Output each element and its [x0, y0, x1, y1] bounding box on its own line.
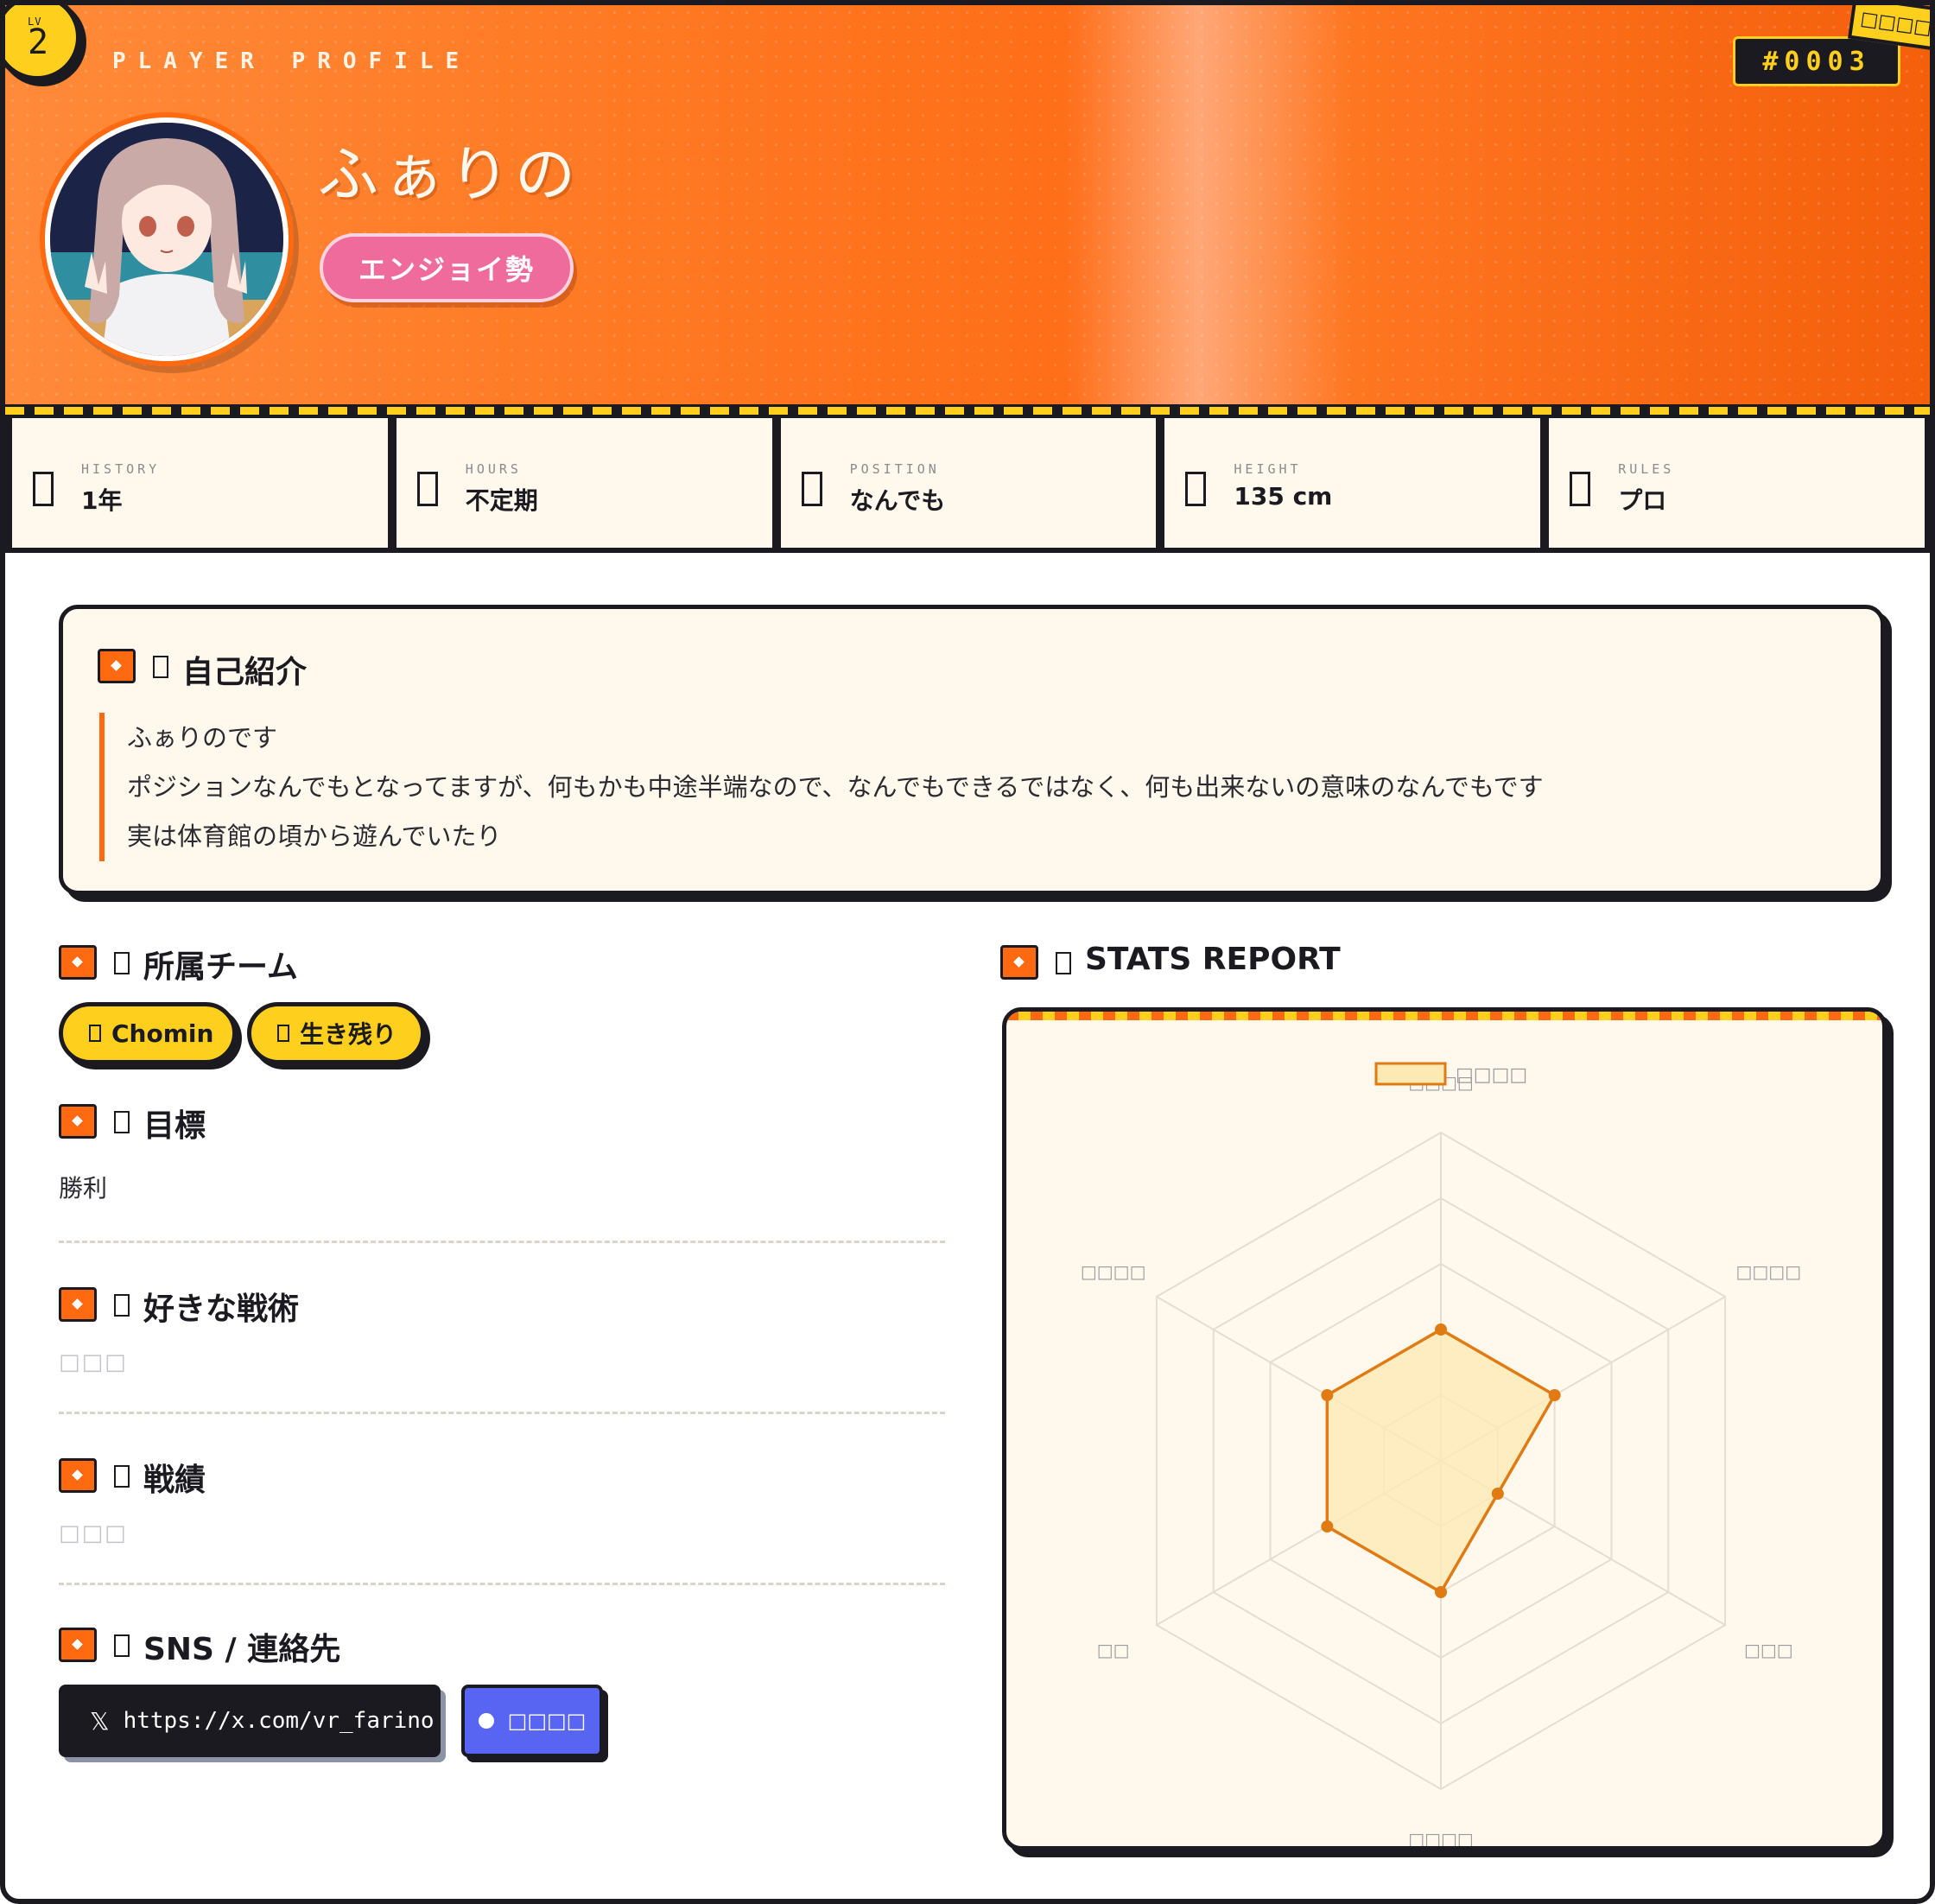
sns-icon — [114, 1634, 130, 1657]
goal-icon — [114, 1111, 130, 1133]
intro-line: ポジションなんでもとなってますが、何もかも中途半端なので、なんでもできるではなく… — [127, 772, 1544, 802]
info-card-hours: HOURS 不定期 — [396, 418, 772, 548]
team-icon — [89, 1025, 101, 1042]
history-icon — [33, 472, 54, 506]
player-name: ふぁりの — [318, 139, 580, 210]
tactics-value: □□□ — [59, 1349, 128, 1375]
radar-data-point — [1321, 1389, 1334, 1401]
divider — [59, 1412, 945, 1414]
record-value: □□□ — [59, 1520, 128, 1546]
record-title: 戦績 — [143, 1463, 206, 1498]
section-marker-icon — [59, 945, 97, 980]
avatar — [45, 117, 289, 361]
info-label: RULES — [1618, 461, 1675, 477]
radar-data-point — [1435, 1323, 1447, 1336]
radar-chart: □□□□□□□□□□□□□□□□□□□□□□□□□ — [1081, 1062, 1802, 1846]
section-marker-icon — [1000, 945, 1038, 980]
section-marker-icon — [59, 1104, 97, 1139]
tactics-title: 好きな戦術 — [143, 1292, 300, 1327]
x-logo-icon: 𝕏 — [90, 1706, 110, 1736]
goal-value: 勝利 — [59, 1174, 108, 1203]
team-icon — [277, 1025, 289, 1042]
avatar-image — [50, 123, 283, 356]
team-pill-ikinokori[interactable]: 生き残り — [247, 1002, 425, 1064]
intro-title: 自己紹介 — [182, 655, 308, 690]
level-number: 2 — [28, 22, 49, 62]
discord-label: □□□□ — [507, 1709, 587, 1733]
radar-data-point — [1491, 1488, 1504, 1500]
ruler-icon — [1185, 472, 1207, 506]
info-value: 1年 — [81, 486, 123, 515]
discord-icon — [478, 1713, 494, 1729]
intro-accent-bar — [99, 713, 105, 861]
radar-data-point — [1548, 1389, 1561, 1401]
team-title: 所属チーム — [143, 949, 298, 985]
x-link-button[interactable]: 𝕏 https://x.com/vr_farino — [59, 1685, 441, 1757]
discord-button[interactable]: □□□□ — [461, 1685, 603, 1757]
profile-header: PLAYER PROFILE ふぁりの エンジョイ勢 #0003 — [5, 5, 1930, 404]
position-icon — [801, 472, 822, 506]
radar-axis-label: □□□□ — [1081, 1261, 1146, 1282]
player-tag-badge: エンジョイ勢 — [320, 233, 574, 302]
radar-legend-label: □□□□ — [1456, 1064, 1527, 1086]
info-value: なんでも — [849, 486, 946, 515]
intro-line: ふぁりのです — [127, 723, 278, 752]
player-id-badge: #0003 — [1733, 36, 1900, 86]
intro-card: 自己紹介 ふぁりのです ポジションなんでもとなってますが、何もかも中途半端なので… — [59, 605, 1885, 895]
info-label: HEIGHT — [1234, 461, 1302, 477]
info-label: HOURS — [465, 461, 522, 477]
radar-axis-label: □□□□ — [1736, 1261, 1802, 1282]
info-value: 不定期 — [465, 486, 538, 515]
radar-legend-swatch — [1374, 1062, 1447, 1086]
divider — [59, 1583, 945, 1585]
stats-title: STATS REPORT — [1085, 942, 1341, 977]
section-marker-icon — [98, 649, 136, 683]
info-card-position: POSITION なんでも — [780, 418, 1157, 548]
info-label: POSITION — [849, 461, 940, 477]
intro-line: 実は体育館の頃から遊んでいたり — [127, 822, 502, 851]
profile-label: PLAYER PROFILE — [112, 48, 472, 74]
radar-axis-label: □□ — [1097, 1640, 1130, 1660]
section-marker-icon — [59, 1287, 97, 1322]
radar-series-area — [1325, 1327, 1558, 1595]
info-card-rules: RULES プロ — [1549, 418, 1925, 548]
goal-title: 目標 — [143, 1108, 206, 1144]
profile-frame: PLAYER PROFILE ふぁりの エンジョイ勢 #0003 LV 2 □□… — [0, 0, 1935, 1904]
section-marker-icon — [59, 1458, 97, 1493]
stats-card: □□□□□□□□□□□□□□□□□□□□□□□□□ — [1002, 1007, 1887, 1850]
radar-data-point — [1435, 1586, 1447, 1598]
info-cards: HISTORY 1年 HOURS 不定期 POSITION なんでも HEIGH… — [5, 415, 1930, 553]
info-value: プロ — [1618, 486, 1667, 515]
info-card-height: HEIGHT 135 cm — [1164, 418, 1541, 548]
record-icon — [114, 1465, 130, 1488]
team-icon — [114, 952, 130, 974]
x-url: https://x.com/vr_farino — [123, 1708, 435, 1734]
tactics-icon — [114, 1294, 130, 1317]
clock-icon — [416, 472, 438, 506]
info-value: 135 cm — [1234, 482, 1333, 511]
rules-icon — [1570, 472, 1591, 506]
hazard-stripe — [5, 404, 1930, 415]
info-label: HISTORY — [81, 461, 161, 477]
info-card-history: HISTORY 1年 — [12, 418, 388, 548]
team-name: Chomin — [111, 1019, 214, 1048]
divider — [59, 1241, 945, 1243]
section-marker-icon — [59, 1628, 97, 1662]
stats-icon — [1056, 952, 1071, 974]
intro-icon — [153, 656, 168, 678]
team-pill-chomin[interactable]: Chomin — [59, 1002, 237, 1064]
team-name: 生き残り — [300, 1020, 397, 1049]
radar-data-point — [1321, 1520, 1334, 1533]
radar-axis-label: □□□ — [1744, 1640, 1793, 1660]
radar-axis-label: □□□□ — [1408, 1829, 1474, 1846]
sns-title: SNS / 連絡先 — [143, 1632, 341, 1667]
